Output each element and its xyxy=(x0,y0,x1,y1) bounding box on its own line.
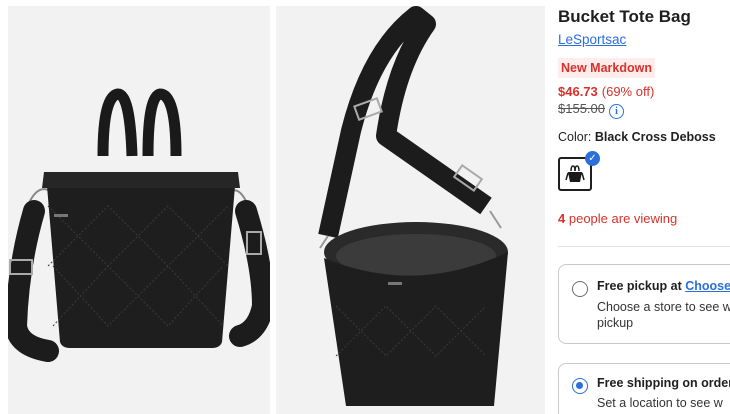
product-gallery xyxy=(8,6,545,414)
tote-bag-front-illustration xyxy=(8,88,270,362)
product-info-panel: Bucket Tote Bag LeSportsac New Markdown … xyxy=(558,0,730,414)
brand-link[interactable]: LeSportsac xyxy=(558,32,626,47)
pickup-subtext: Choose a store to see w pickup xyxy=(597,300,730,330)
price-row: $46.73 (69% off) xyxy=(558,84,654,99)
color-name: Black Cross Deboss xyxy=(594,130,716,144)
discount-percent: (69% off) xyxy=(601,84,655,99)
shipping-title: Free shipping on orders xyxy=(597,376,730,390)
bag-thumbnail-icon xyxy=(565,165,585,182)
divider xyxy=(558,246,730,247)
pickup-title: Free pickup at Choose s xyxy=(597,279,730,293)
sale-price: $46.73 xyxy=(558,84,598,99)
color-row: Color: Black Cross Deboss xyxy=(558,130,716,144)
pickup-radio[interactable] xyxy=(572,281,588,297)
product-image-side[interactable] xyxy=(276,6,545,414)
choose-store-link[interactable]: Choose s xyxy=(685,279,730,293)
markdown-badge: New Markdown xyxy=(558,58,655,78)
tote-bag-side-illustration xyxy=(318,6,508,406)
pickup-option-card[interactable]: Free pickup at Choose s Choose a store t… xyxy=(558,264,730,344)
viewing-indicator: 4 people are viewing xyxy=(558,211,677,226)
info-icon[interactable]: i xyxy=(609,104,624,119)
shipping-subtext: Set a location to see w xyxy=(597,396,723,410)
pickup-title-text: Free pickup at xyxy=(597,279,682,293)
original-price-row: $155.00 i xyxy=(558,101,624,119)
color-label: Color: xyxy=(558,130,592,144)
checkmark-icon: ✓ xyxy=(585,151,600,166)
viewing-count: 4 xyxy=(558,211,566,226)
shipping-option-card[interactable]: Free shipping on orders Set a location t… xyxy=(558,363,730,414)
product-image-front[interactable] xyxy=(8,6,270,414)
shipping-radio-selected[interactable] xyxy=(572,378,588,394)
viewing-text: people are viewing xyxy=(568,211,678,226)
product-title: Bucket Tote Bag xyxy=(558,7,691,26)
original-price: $155.00 xyxy=(558,101,605,116)
